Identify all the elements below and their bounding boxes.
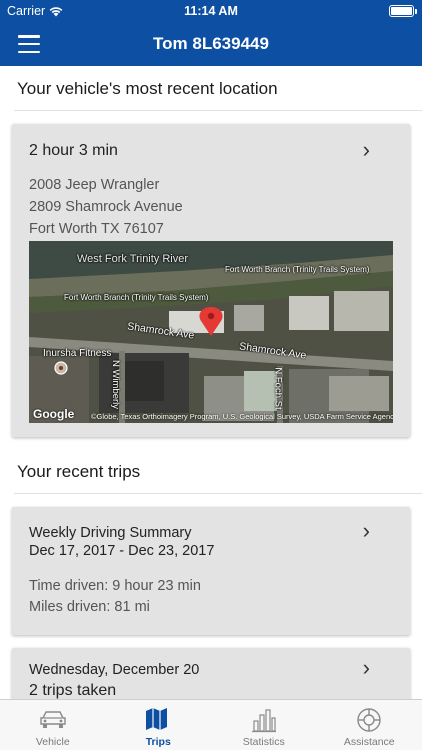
map-attribution: ©Globe, Texas Orthoimagery Program, U.S.… [91,412,393,421]
location-card[interactable]: 2 hour 3 min › 2008 Jeep Wrangler 2809 S… [12,124,410,437]
bar-chart-icon [251,709,276,733]
summary-date-range: Dec 17, 2017 - Dec 23, 2017 [29,543,215,559]
trips-count: 2 trips taken [29,682,117,699]
chevron-right-icon[interactable]: › [363,520,370,542]
tab-bar: Vehicle Trips Statistics Assistance [0,699,422,750]
city-address: Fort Worth TX 76107 [29,221,164,237]
battery-icon [389,5,417,17]
status-bar: Carrier 11:14 AM [0,0,422,22]
map-icon [146,708,168,730]
map-label-trail-2: Fort Worth Branch (Trinity Trails System… [64,293,209,302]
day-title: Wednesday, December 20 [29,662,200,678]
google-logo: Google [33,407,75,421]
elapsed-time: 2 hour 3 min [29,142,118,159]
car-icon [40,711,66,728]
location-section-heading: Your vehicle's most recent location [17,79,278,98]
tab-label: Trips [145,736,171,748]
chevron-right-icon[interactable]: › [363,657,370,679]
miles-driven: Miles driven: 81 mi [29,599,150,615]
location-map[interactable]: West Fork Trinity River Fort Worth Branc… [29,241,393,423]
map-label-road-1: N Wimberly [110,359,122,410]
page-title: Tom 8L639449 [153,34,269,53]
tab-label: Statistics [242,736,285,748]
navigation-bar: Tom 8L639449 [0,22,422,66]
tab-vehicle[interactable]: Vehicle [0,700,106,750]
tab-statistics[interactable]: Statistics [211,700,317,750]
map-label-road-2: N Foch St [272,367,284,410]
map-label-river: West Fork Trinity River [77,253,189,265]
map-label-poi: Inursha Fitness [43,348,112,359]
location-divider [14,110,422,111]
clock: 11:14 AM [184,4,238,18]
tab-trips[interactable]: Trips [106,700,212,750]
vehicle-name: 2008 Jeep Wrangler [29,177,160,193]
tab-label: Assistance [343,736,395,748]
tab-assistance[interactable]: Assistance [317,700,422,750]
chevron-right-icon[interactable]: › [363,139,370,161]
lifebuoy-icon [357,708,381,732]
trips-divider [14,493,422,494]
summary-title: Weekly Driving Summary [29,525,192,541]
street-address: 2809 Shamrock Avenue [29,199,183,215]
tab-label: Vehicle [35,736,70,748]
time-driven: Time driven: 9 hour 23 min [29,578,201,594]
map-label-trail-1: Fort Worth Branch (Trinity Trails System… [225,265,370,274]
trips-section-heading: Your recent trips [17,462,141,481]
weekly-summary-card[interactable]: Weekly Driving Summary › Dec 17, 2017 - … [12,507,410,635]
